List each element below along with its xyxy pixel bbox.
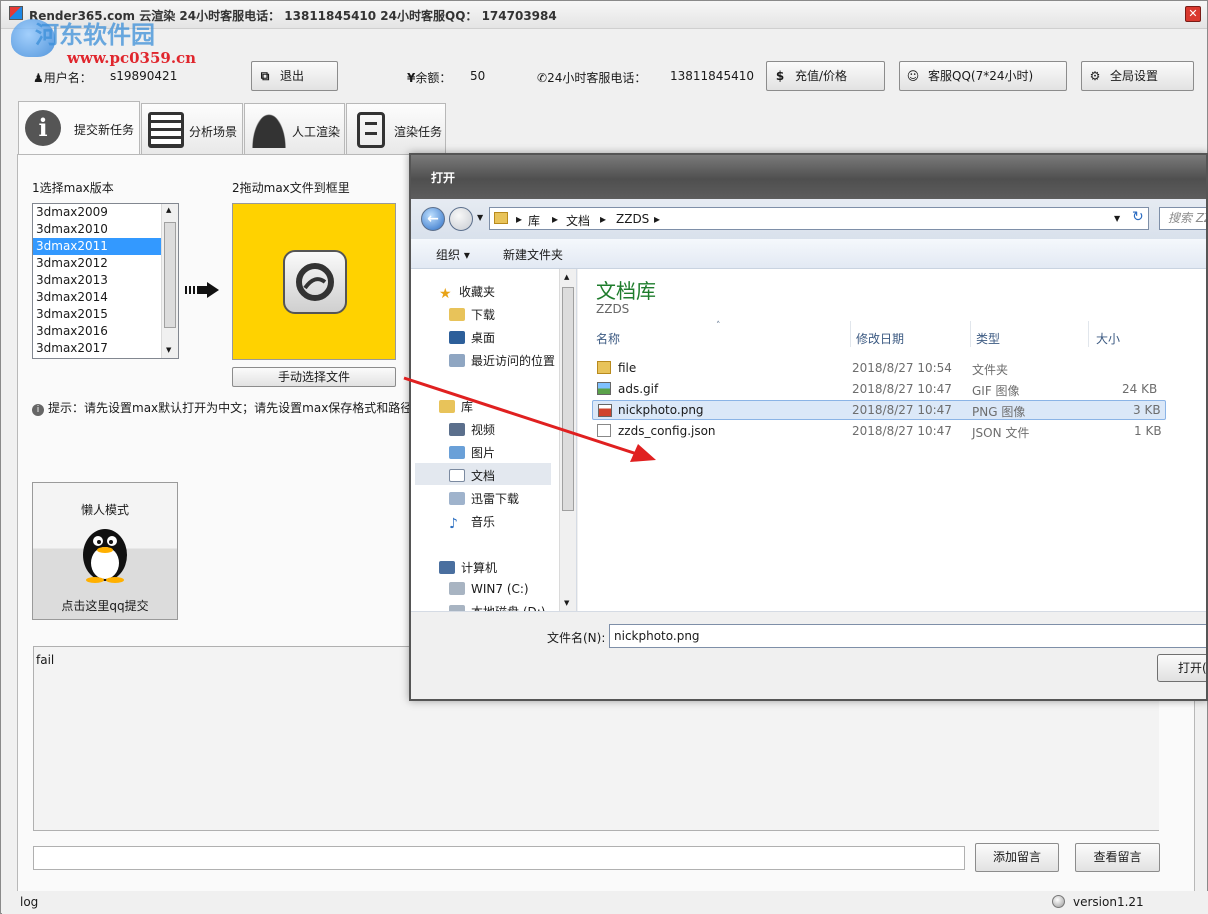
annotation-arrow-icon [403, 376, 656, 462]
